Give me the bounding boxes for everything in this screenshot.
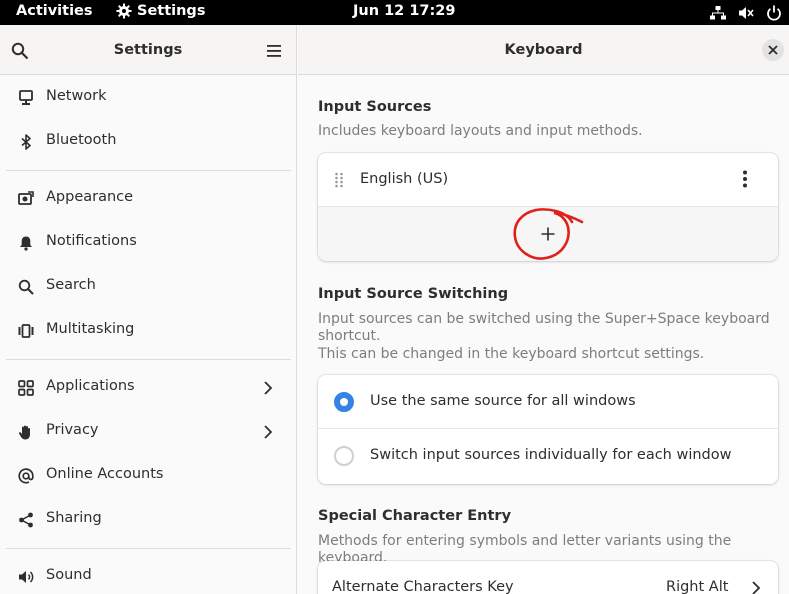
activities-button[interactable]: Activities [16, 3, 93, 19]
sidebar-item-label: Notifications [46, 233, 137, 249]
annotation-circle [513, 208, 584, 260]
drag-handle-icon[interactable] [334, 172, 344, 188]
sidebar-divider [6, 548, 291, 549]
radio-label: Switch input sources individually for ea… [370, 447, 732, 463]
share-icon [19, 512, 33, 528]
bluetooth-icon [21, 134, 31, 150]
multitasking-icon [18, 324, 34, 338]
sidebar-item-privacy[interactable]: Privacy [0, 410, 296, 454]
sidebar-title: Settings [113, 42, 183, 58]
network-wired-icon[interactable] [710, 5, 726, 21]
sidebar-item-label: Network [46, 88, 107, 104]
at-icon [18, 468, 34, 484]
input-source-row[interactable]: English (US) [318, 153, 778, 207]
sidebar-item-label: Privacy [46, 422, 99, 438]
power-icon[interactable] [766, 5, 782, 21]
sidebar-item-search[interactable]: Search [0, 265, 296, 309]
sidebar-item-sound[interactable]: Sound [0, 555, 296, 594]
sidebar: Settings Network Bluetooth Appearance No… [0, 25, 297, 594]
volume-muted-icon[interactable] [738, 5, 754, 21]
bell-icon [20, 236, 32, 251]
radio-button[interactable] [334, 446, 354, 466]
radio-label: Use the same source for all windows [370, 393, 636, 409]
alt-key-label: Alternate Characters Key [332, 579, 514, 594]
applications-icon [18, 380, 34, 396]
top-bar: Activities Settings Jun 12 17:29 [0, 0, 789, 25]
special-title: Special Character Entry [318, 508, 512, 524]
page-title: Keyboard [504, 42, 583, 58]
close-icon [768, 45, 778, 55]
search-icon [18, 279, 34, 295]
switching-description-2: shortcut. [318, 328, 381, 344]
hamburger-menu-icon[interactable] [266, 44, 282, 58]
sidebar-item-notifications[interactable]: Notifications [0, 221, 296, 265]
chevron-right-icon [752, 581, 761, 594]
special-options: Alternate Characters Key Right Alt [318, 561, 778, 594]
sidebar-item-label: Appearance [46, 189, 134, 205]
sidebar-header: Settings [0, 25, 296, 75]
radio-button-selected[interactable] [334, 392, 354, 412]
chevron-right-icon [264, 381, 273, 395]
app-menu[interactable]: Settings [116, 3, 205, 19]
sidebar-item-label: Multitasking [46, 321, 135, 337]
speaker-icon [19, 571, 34, 583]
sidebar-item-sharing[interactable]: Sharing [0, 498, 296, 542]
sidebar-item-applications[interactable]: Applications [0, 366, 296, 410]
keyboard-panel: Keyboard Input Sources Includes keyboard… [298, 25, 789, 594]
more-options-icon[interactable] [742, 170, 748, 188]
sidebar-list: Network Bluetooth Appearance Notificatio… [0, 76, 296, 594]
switching-options: Use the same source for all windows Swit… [318, 375, 778, 484]
sidebar-item-online-accounts[interactable]: Online Accounts [0, 454, 296, 498]
sidebar-item-multitasking[interactable]: Multitasking [0, 309, 296, 353]
hand-icon [18, 425, 30, 440]
sidebar-item-appearance[interactable]: Appearance [0, 177, 296, 221]
radio-per-window[interactable]: Switch input sources individually for ea… [318, 429, 778, 483]
input-source-label: English (US) [360, 171, 449, 187]
content-header: Keyboard [298, 25, 789, 75]
alt-key-value: Right Alt [666, 579, 729, 594]
system-tray[interactable] [710, 0, 789, 25]
sidebar-item-bluetooth[interactable]: Bluetooth [0, 120, 296, 164]
sidebar-item-label: Sound [46, 567, 92, 583]
switching-title: Input Source Switching [318, 286, 509, 302]
sidebar-divider [6, 359, 291, 360]
app-name: Settings [137, 3, 206, 19]
clock[interactable]: Jun 12 17:29 [353, 3, 455, 19]
radio-same-source[interactable]: Use the same source for all windows [318, 375, 778, 429]
network-icon [19, 90, 33, 105]
sidebar-item-network[interactable]: Network [0, 76, 296, 120]
sidebar-item-label: Bluetooth [46, 132, 117, 148]
input-sources-title: Input Sources [318, 99, 432, 115]
close-button[interactable] [762, 39, 784, 61]
switching-description-1: Input sources can be switched using the … [318, 311, 770, 327]
alternate-characters-key-row[interactable]: Alternate Characters Key Right Alt [318, 561, 778, 594]
appearance-icon [18, 191, 34, 205]
input-sources-description: Includes keyboard layouts and input meth… [318, 123, 643, 139]
gear-icon [116, 3, 132, 19]
sidebar-divider [6, 170, 291, 171]
sidebar-item-label: Sharing [46, 510, 102, 526]
sidebar-item-label: Search [46, 277, 96, 293]
sidebar-item-label: Online Accounts [46, 466, 164, 482]
sidebar-item-label: Applications [46, 378, 135, 394]
chevron-right-icon [264, 425, 273, 439]
switching-description-3: This can be changed in the keyboard shor… [318, 346, 705, 362]
